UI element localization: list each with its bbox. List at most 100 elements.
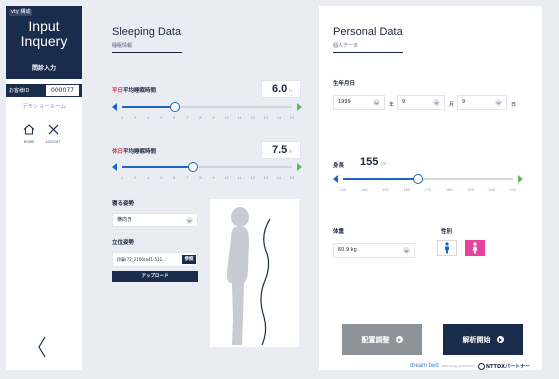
- weight-label: 体重: [333, 229, 345, 235]
- weight-select[interactable]: 60.9 kg: [333, 243, 415, 258]
- gender-male-button[interactable]: [437, 240, 457, 256]
- slider-tick-label: 140: [360, 188, 368, 192]
- decrement-arrow-icon[interactable]: [112, 163, 117, 171]
- showroom-label: デモショールーム: [22, 104, 66, 110]
- logout-button[interactable]: LOGOUT: [43, 120, 63, 144]
- slider-tick-label: 12: [250, 176, 255, 180]
- browse-button[interactable]: 参照: [182, 255, 196, 264]
- slider-tick-label: 4: [147, 116, 150, 120]
- slider-tick-label: 13: [263, 116, 269, 120]
- holiday-label-highlight: 休日: [112, 149, 124, 155]
- adjust-placement-button[interactable]: 配置調整: [342, 324, 422, 355]
- logout-label: LOGOUT: [45, 140, 61, 144]
- height-value-box[interactable]: 155 cm: [355, 154, 397, 172]
- slider-thumb[interactable]: [188, 162, 199, 172]
- slider-tick-label: 180: [445, 188, 453, 192]
- chevron-left-icon: [38, 336, 46, 358]
- partner-logo-icon: [477, 362, 485, 370]
- height-unit: cm: [380, 161, 387, 166]
- slider-tick-label: 170: [424, 188, 432, 192]
- height-slider[interactable]: 120 140 150 160 170 180 190 200 210: [333, 174, 523, 196]
- sidebar-top-tag: vty 構成: [9, 9, 33, 16]
- birth-date-label: 生年月日: [333, 81, 356, 87]
- holiday-sleep-label: 休日平均睡眠時間: [112, 147, 156, 155]
- sleeping-subtitle: 睡眠情報: [112, 43, 133, 49]
- gender-female-button[interactable]: [465, 240, 485, 256]
- holiday-unit: h: [289, 149, 292, 154]
- posture-image: [210, 199, 299, 347]
- personal-subtitle: 個人データ: [333, 43, 359, 49]
- slider-tick-label: 8: [199, 176, 202, 180]
- home-icon: [23, 124, 35, 135]
- title-underline: [112, 52, 182, 53]
- holiday-sleep-value-box[interactable]: 7.5 h: [261, 141, 301, 159]
- holiday-sleep-slider[interactable]: 2 3 4 5 6 7 8 9 10 11 12 13 14 15: [112, 162, 302, 184]
- weekday-label-highlight: 平日: [112, 88, 124, 94]
- slider-thumb[interactable]: [412, 174, 423, 184]
- start-analysis-button[interactable]: 解析開始: [443, 324, 523, 355]
- slider-tick-label: 15: [289, 176, 295, 180]
- sleep-posture-value: 横向き: [117, 217, 133, 223]
- slider-tick-label: 210: [509, 188, 517, 192]
- increment-arrow-icon[interactable]: [297, 103, 302, 111]
- increment-arrow-icon[interactable]: [518, 175, 523, 183]
- adjust-placement-label: 配置調整: [361, 335, 390, 344]
- partner-logo: NTTDXパートナー: [477, 362, 530, 370]
- slider-tick-label: 3: [133, 116, 137, 120]
- holiday-sleep-value: 7.5: [272, 144, 288, 156]
- slider-tick-label: 190: [467, 188, 474, 192]
- chevron-down-icon: [186, 217, 193, 224]
- slider-tick-label: 4: [147, 176, 150, 180]
- home-button[interactable]: HOME: [19, 120, 39, 144]
- slider-ticks: 2 3 4 5 6 7 8 9 10 11 12 13 14 15: [121, 176, 295, 182]
- increment-arrow-icon[interactable]: [297, 163, 302, 171]
- personal-data-panel: Personal Data 個人データ 生年月日 1999 年 9 月 9 日 …: [319, 6, 542, 370]
- slider-tick-label: 2: [120, 116, 124, 120]
- slider-ticks: 2 3 4 5 6 7 8 9 10 11 12 13 14 15: [120, 116, 295, 122]
- slider-tick-label: 7: [186, 116, 189, 120]
- slider-fill: [122, 166, 194, 168]
- birth-month-select[interactable]: 9: [397, 95, 445, 110]
- start-analysis-label: 解析開始: [462, 335, 491, 344]
- height-value: 155: [360, 156, 379, 168]
- weekday-unit: h: [289, 88, 292, 93]
- slider-tick-label: 8: [199, 116, 202, 120]
- slider-tick-label: 15: [289, 116, 295, 120]
- title-underline: [333, 52, 403, 53]
- slider-tick-label: 13: [263, 176, 269, 180]
- weekday-label-rest: 平均睡眠時間: [123, 88, 157, 94]
- back-button[interactable]: [37, 336, 47, 362]
- body-silhouette-icon: [226, 207, 271, 346]
- birth-year-value: 1999: [338, 99, 351, 105]
- slider-tick-label: 3: [133, 176, 137, 180]
- decrement-arrow-icon[interactable]: [112, 103, 117, 111]
- page-title: Input Inquery: [6, 19, 82, 49]
- decrement-arrow-icon[interactable]: [333, 175, 338, 183]
- male-icon: [445, 242, 449, 254]
- birth-month-value: 9: [402, 99, 406, 105]
- slider-tick-label: 5: [160, 176, 163, 180]
- weekday-sleep-value-box[interactable]: 6.0 h: [261, 80, 301, 98]
- female-icon: [472, 242, 478, 254]
- slider-tick-label: 150: [382, 188, 389, 192]
- sidebar-nav: HOME LOGOUT: [19, 120, 75, 148]
- sleep-posture-select[interactable]: 横向き: [112, 213, 198, 227]
- slider-tick-label: 5: [160, 116, 163, 120]
- slider-tick-label: 11: [237, 176, 242, 180]
- slider-tick-label: 14: [276, 116, 282, 120]
- holiday-label-rest: 平均睡眠時間: [123, 149, 157, 155]
- slider-tick-label: 12: [250, 116, 255, 120]
- slider-tick-label: 160: [403, 188, 411, 192]
- slider-fill: [122, 106, 175, 108]
- slider-thumb[interactable]: [169, 102, 180, 112]
- birth-day-select[interactable]: 9: [457, 95, 507, 110]
- close-icon: [48, 124, 58, 135]
- upload-button[interactable]: アップロード: [112, 271, 198, 282]
- chevron-down-icon: [373, 99, 380, 106]
- file-path-value: 伊藤r72_2106re41-532...: [117, 257, 166, 262]
- customer-id-box: お客様ID 000077: [6, 84, 82, 97]
- birth-year-select[interactable]: 1999: [333, 95, 385, 110]
- slider-tick-label: 10: [224, 176, 229, 180]
- slider-tick-label: 6: [173, 176, 176, 180]
- weekday-sleep-slider[interactable]: 2 3 4 5 6 7 8 9 10 11 12 13 14 15: [112, 102, 302, 124]
